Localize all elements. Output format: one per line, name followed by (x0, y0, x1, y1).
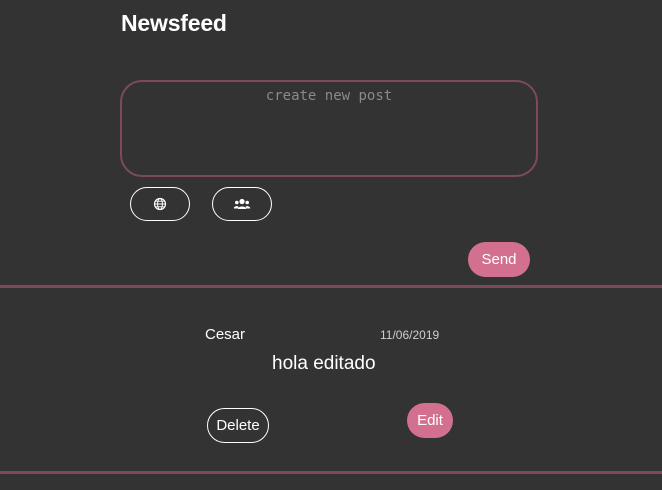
new-post-input[interactable] (122, 82, 536, 175)
page-title: Newsfeed (121, 10, 227, 36)
post-content: hola editado (272, 353, 376, 374)
divider (0, 285, 662, 288)
send-button[interactable]: Send (468, 242, 530, 277)
newsfeed-page: Newsfeed Send (0, 0, 662, 490)
post-author: Cesar (205, 326, 246, 343)
edit-post-button[interactable]: Edit (407, 403, 453, 438)
delete-post-button[interactable]: Delete (207, 408, 269, 443)
users-icon (233, 197, 251, 211)
divider (0, 471, 662, 474)
friends-visibility-button[interactable] (212, 187, 272, 221)
public-visibility-button[interactable] (130, 187, 190, 221)
new-post-composer (120, 80, 538, 177)
post-date: 11/06/2019 (380, 328, 440, 342)
globe-icon (153, 197, 167, 211)
